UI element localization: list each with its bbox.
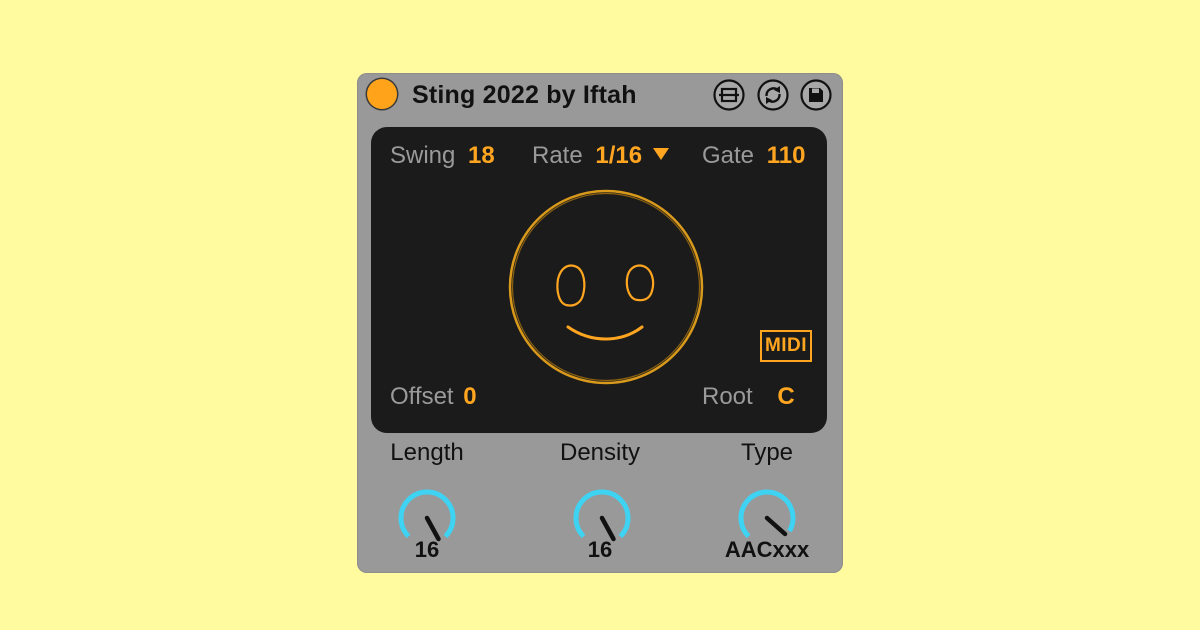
device-titlebar: Sting 2022 by Iftah [357, 73, 843, 116]
offset-param[interactable]: Offset 0 [390, 382, 477, 412]
rate-label: Rate [532, 142, 583, 169]
device-power-button[interactable] [367, 79, 397, 109]
length-value: 16 [414, 537, 440, 562]
gate-value[interactable]: 110 [767, 142, 806, 169]
swing-value[interactable]: 18 [468, 142, 495, 169]
gate-label: Gate [702, 142, 755, 169]
refresh-button[interactable] [757, 79, 789, 111]
hotswap-button[interactable] [713, 79, 745, 111]
offset-value[interactable]: 0 [463, 383, 476, 410]
length-label: Length [390, 439, 464, 466]
gate-param[interactable]: Gate 110 [702, 141, 805, 171]
density-value: 16 [587, 537, 613, 562]
rate-value[interactable]: 1/16 [595, 142, 642, 169]
type-label: Type [740, 439, 794, 466]
sequencer-display: Swing 18 Rate 1/16 Gate 110 MIDI Offset … [371, 127, 827, 433]
offset-label: Offset [390, 383, 454, 410]
type-control: Type AACxxx [692, 438, 842, 568]
root-param[interactable]: Root C [702, 382, 795, 412]
swing-label: Swing [390, 142, 456, 169]
save-icon [800, 79, 832, 111]
smiley-face-icon[interactable] [506, 187, 706, 387]
refresh-icon [757, 79, 789, 111]
swing-param[interactable]: Swing 18 [390, 141, 495, 171]
device-panel: Sting 2022 by Iftah Swing 18 Rate 1/16 G… [357, 73, 843, 573]
root-value[interactable]: C [777, 383, 794, 410]
root-label: Root [702, 383, 753, 410]
dropdown-arrow-icon[interactable] [652, 147, 670, 161]
type-value: AACxxx [724, 537, 810, 562]
density-control: Density 16 [525, 438, 675, 568]
density-label: Density [559, 439, 641, 466]
midi-badge[interactable]: MIDI [760, 330, 812, 362]
rate-param[interactable]: Rate 1/16 [532, 141, 670, 171]
hotswap-icon [713, 79, 745, 111]
length-control: Length 16 [352, 438, 502, 568]
save-button[interactable] [800, 79, 832, 111]
device-title: Sting 2022 by Iftah [412, 81, 637, 109]
